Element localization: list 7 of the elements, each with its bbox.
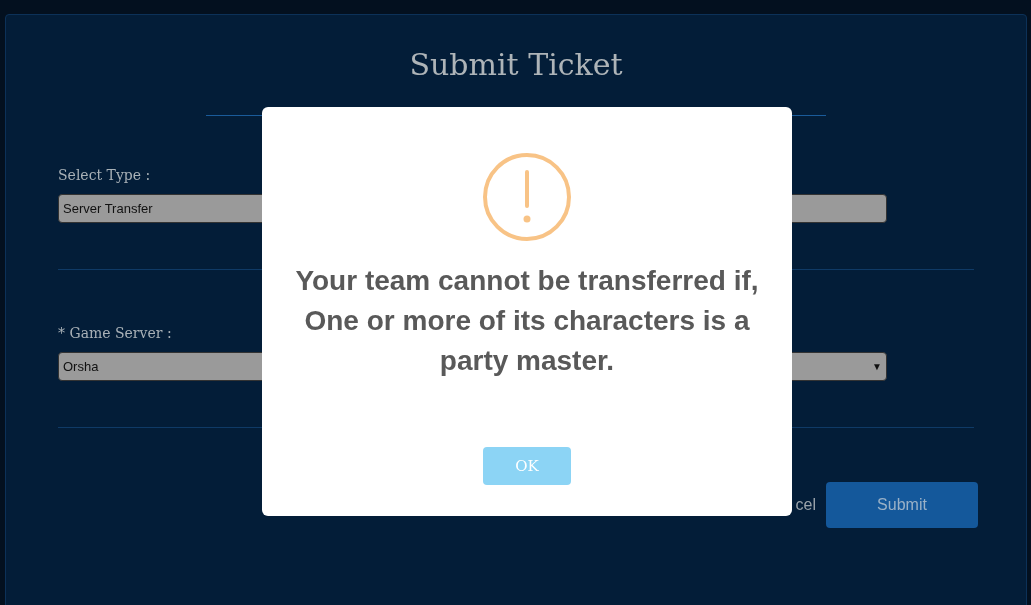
warning-icon: [483, 153, 571, 241]
field-label: * Game Server :: [58, 324, 173, 342]
submit-button[interactable]: Submit: [826, 482, 978, 528]
field-label: Select Type :: [58, 166, 152, 184]
alert-message: Your team cannot be transferred if, One or more of its characters is a party master.: [294, 264, 760, 378]
cancel-link[interactable]: cel: [795, 493, 816, 517]
page-title: Submit Ticket: [409, 46, 623, 84]
